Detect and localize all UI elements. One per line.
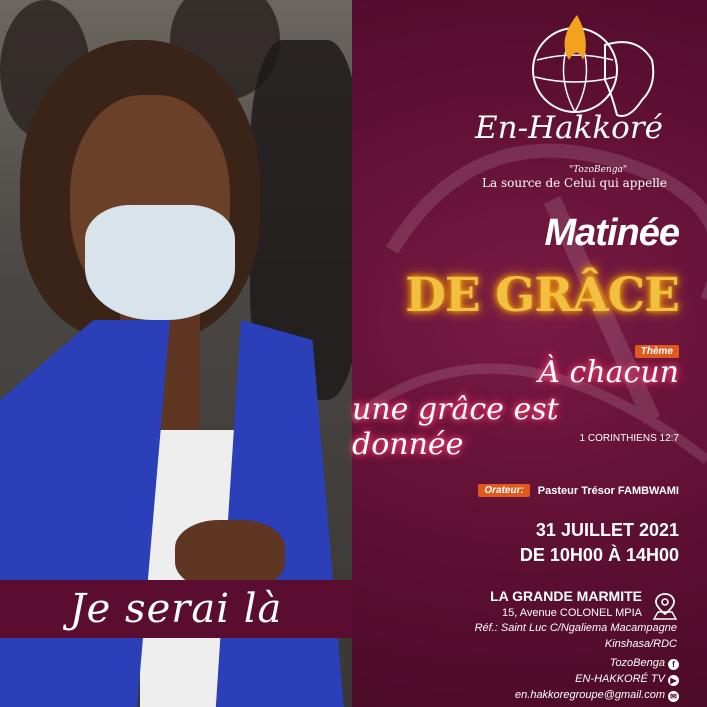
- venue-name: LA GRANDE MARMITE: [490, 588, 642, 604]
- location-pin-icon: [652, 593, 678, 620]
- venue-city: Kinshasa/RDC: [604, 638, 677, 650]
- orator-tag: Orateur:: [478, 484, 530, 497]
- orator-row: Orateur: Pasteur Trésor FAMBWAMI: [478, 484, 679, 497]
- event-title-line1: Matinée: [544, 212, 680, 254]
- photo-banner: Je serai là: [0, 580, 352, 638]
- venue-address: 15, Avenue COLONEL MPIA: [501, 607, 642, 619]
- face-mask: [85, 205, 235, 320]
- social-youtube-label[interactable]: EN-HAKKORÉ TV: [575, 673, 665, 685]
- orator-name: Pasteur Trésor FAMBWAMI: [537, 484, 679, 497]
- event-poster: Je serai là En-Hakkoré "TozoBenga" La so…: [0, 0, 707, 707]
- brand-subtitle: "TozoBenga": [568, 165, 627, 175]
- event-date: 31 JUILLET 2021: [535, 520, 679, 540]
- venue-reference: Réf.: Saint Luc C/Ngaliema Macampagne: [474, 622, 677, 634]
- info-column: En-Hakkoré "TozoBenga" La source de Celu…: [352, 0, 707, 707]
- email-icon[interactable]: ✉: [668, 691, 679, 702]
- event-time: DE 10H00 À 14H00: [519, 545, 679, 565]
- event-title-line2: DE GRÂCE: [405, 268, 680, 323]
- photo-banner-text: Je serai là: [69, 586, 283, 632]
- brand-tagline: La source de Celui qui appelle: [482, 176, 667, 190]
- youtube-icon[interactable]: ▶: [668, 675, 679, 686]
- attendee-photo: Je serai là: [0, 0, 352, 707]
- social-facebook-label[interactable]: TozoBenga: [610, 657, 665, 669]
- bible-verse: 1 CORINTHIENS 12:7: [579, 433, 679, 444]
- social-email-label[interactable]: en.hakkoregroupe@gmail.com: [515, 689, 665, 701]
- theme-line2: une grâce est donnée: [352, 392, 559, 462]
- brand-name: En-Hakkoré: [475, 110, 663, 146]
- facebook-icon[interactable]: f: [668, 659, 679, 670]
- theme-line1: À chacun: [538, 355, 679, 390]
